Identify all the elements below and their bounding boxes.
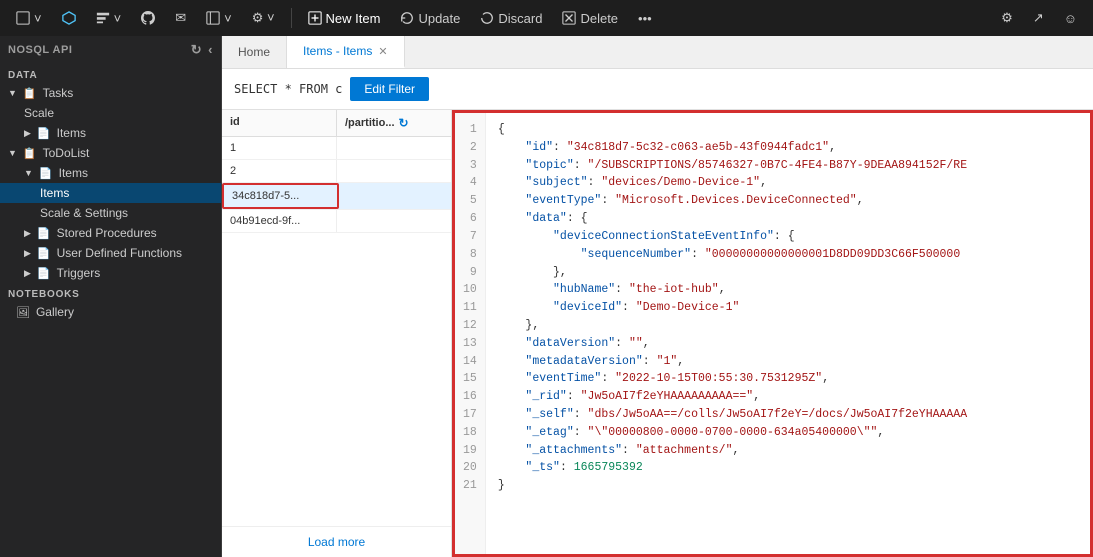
delete-button[interactable]: Delete <box>554 7 626 30</box>
udf-chevron: ▶ <box>24 248 31 259</box>
gallery-label: Gallery <box>36 305 74 319</box>
row-partition-3 <box>339 183 452 209</box>
share-button[interactable]: ↗ <box>1025 6 1052 30</box>
main-layout: NOSQL API ↻ ‹ DATA ▼ 📋 Tasks Scale ▶ 📄 I… <box>0 36 1093 557</box>
row-id-4: 04b91ecd-9f... <box>222 210 337 232</box>
items-active-label: Items <box>40 186 69 200</box>
items-tasks-icon: 📄 <box>37 127 51 140</box>
filter-query-text: SELECT * FROM c <box>234 82 342 96</box>
github-icon-button[interactable] <box>133 7 163 29</box>
tasks-icon: 📋 <box>23 87 37 100</box>
sidebar-item-scale-tasks[interactable]: Scale <box>0 103 221 123</box>
tabs-bar: Home Items - Items ✕ <box>222 36 1093 69</box>
view-menu-button[interactable]: ˅ <box>88 7 130 30</box>
sidebar-item-scale-settings[interactable]: Scale & Settings <box>0 203 221 223</box>
discard-button[interactable]: Discard <box>472 7 550 30</box>
items-todolist-label: Items <box>59 166 88 180</box>
triggers-chevron: ▶ <box>24 268 31 279</box>
sidebar-item-tasks[interactable]: ▼ 📋 Tasks <box>0 83 221 103</box>
items-tasks-label: Items <box>57 126 86 140</box>
json-panel: 1 2 3 4 5 6 7 8 9 10 11 12 13 14 <box>452 110 1093 557</box>
udf-icon: 📄 <box>37 247 51 260</box>
split-view: id /partitio... ↻ 1 2 <box>222 110 1093 557</box>
triggers-icon: 📄 <box>37 267 51 280</box>
items-tab-label: Items - Items <box>303 44 372 58</box>
scale-settings-label: Scale & Settings <box>40 206 128 220</box>
home-tab[interactable]: Home <box>222 36 287 68</box>
main-toolbar: ˅ ˅ ✉ ˅ ⚙ ˅ New Item Update Discard Dele… <box>0 0 1093 36</box>
sidebar: NOSQL API ↻ ‹ DATA ▼ 📋 Tasks Scale ▶ 📄 I… <box>0 36 222 557</box>
table-row-selected[interactable]: 34c818d7-5... <box>222 183 451 210</box>
items-tasks-chevron: ▶ <box>24 128 31 139</box>
sidebar-item-triggers[interactable]: ▶ 📄 Triggers <box>0 263 221 283</box>
settings-gear-button[interactable]: ⚙ ˅ <box>244 6 283 30</box>
row-partition-2 <box>337 160 451 182</box>
settings-button[interactable]: ⚙ <box>993 6 1021 30</box>
table-header: id /partitio... ↻ <box>222 110 451 137</box>
sidebar-item-todolist[interactable]: ▼ 📋 ToDoList <box>0 143 221 163</box>
items-todolist-chevron: ▼ <box>24 168 33 178</box>
stored-procedures-label: Stored Procedures <box>57 226 157 240</box>
nosql-api-label: NOSQL API <box>8 44 72 56</box>
sidebar-header-icons: ↻ ‹ <box>191 42 213 58</box>
sidebar-item-items-active[interactable]: Items <box>0 183 221 203</box>
items-todolist-icon: 📄 <box>39 167 53 180</box>
table-row[interactable]: 1 <box>222 137 451 160</box>
edit-filter-button[interactable]: Edit Filter <box>350 77 429 101</box>
row-id-2: 2 <box>222 160 337 182</box>
mail-icon-button[interactable]: ✉ <box>167 6 194 30</box>
panel-menu-button[interactable]: ˅ <box>198 7 240 30</box>
filter-bar: SELECT * FROM c Edit Filter <box>222 69 1093 110</box>
file-menu-button[interactable]: ˅ <box>8 7 50 30</box>
json-editor: 1 2 3 4 5 6 7 8 9 10 11 12 13 14 <box>455 113 1090 554</box>
more-options-button[interactable]: ••• <box>630 7 660 30</box>
udf-label: User Defined Functions <box>57 246 182 260</box>
account-button[interactable]: ☺ <box>1056 7 1085 30</box>
sidebar-item-items-tasks[interactable]: ▶ 📄 Items <box>0 123 221 143</box>
sidebar-item-items-todolist[interactable]: ▼ 📄 Items <box>0 163 221 183</box>
stored-procedures-chevron: ▶ <box>24 228 31 239</box>
todolist-label: ToDoList <box>43 146 90 160</box>
json-content[interactable]: { "id": "34c818d7-5c32-c063-ae5b-43f0944… <box>486 113 1090 554</box>
refresh-icon[interactable]: ↻ <box>191 42 202 58</box>
table-row[interactable]: 04b91ecd-9f... <box>222 210 451 233</box>
cosmos-icon-button[interactable] <box>54 7 84 29</box>
sidebar-item-gallery[interactable]: 🖼 Gallery <box>0 302 221 322</box>
tasks-chevron: ▼ <box>8 88 17 98</box>
tasks-label: Tasks <box>43 86 74 100</box>
stored-procedures-icon: 📄 <box>37 227 51 240</box>
collapse-icon[interactable]: ‹ <box>208 42 213 58</box>
sidebar-header: NOSQL API ↻ ‹ <box>0 36 221 64</box>
todolist-chevron: ▼ <box>8 148 17 158</box>
row-id-1: 1 <box>222 137 337 159</box>
table-panel: id /partitio... ↻ 1 2 <box>222 110 452 557</box>
todolist-icon: 📋 <box>23 147 37 160</box>
table-rows: 1 2 34c818d7-5... 04b91ecd-9f... <box>222 137 451 526</box>
col-partition-header: /partitio... ↻ <box>337 110 451 136</box>
row-partition-4 <box>337 210 451 232</box>
load-more-button[interactable]: Load more <box>222 526 451 557</box>
items-tab-close[interactable]: ✕ <box>378 45 387 58</box>
col-id-header: id <box>222 110 337 136</box>
toolbar-divider-1 <box>291 8 292 28</box>
sidebar-item-stored-procedures[interactable]: ▶ 📄 Stored Procedures <box>0 223 221 243</box>
content-area: Home Items - Items ✕ SELECT * FROM c Edi… <box>222 36 1093 557</box>
notebooks-section-label: NOTEBOOKS <box>0 283 221 302</box>
data-section-label: DATA <box>0 64 221 83</box>
triggers-label: Triggers <box>57 266 101 280</box>
row-id-3: 34c818d7-5... <box>222 183 339 209</box>
update-button[interactable]: Update <box>392 7 468 30</box>
sidebar-item-user-defined-functions[interactable]: ▶ 📄 User Defined Functions <box>0 243 221 263</box>
table-row[interactable]: 2 <box>222 160 451 183</box>
refresh-partition-icon[interactable]: ↻ <box>399 116 409 130</box>
row-partition-1 <box>337 137 451 159</box>
home-tab-label: Home <box>238 45 270 59</box>
new-item-button[interactable]: New Item <box>300 7 389 30</box>
items-tab[interactable]: Items - Items ✕ <box>287 36 405 68</box>
line-numbers: 1 2 3 4 5 6 7 8 9 10 11 12 13 14 <box>455 113 486 554</box>
gallery-icon: 🖼 <box>16 306 30 319</box>
scale-tasks-label: Scale <box>24 106 54 120</box>
